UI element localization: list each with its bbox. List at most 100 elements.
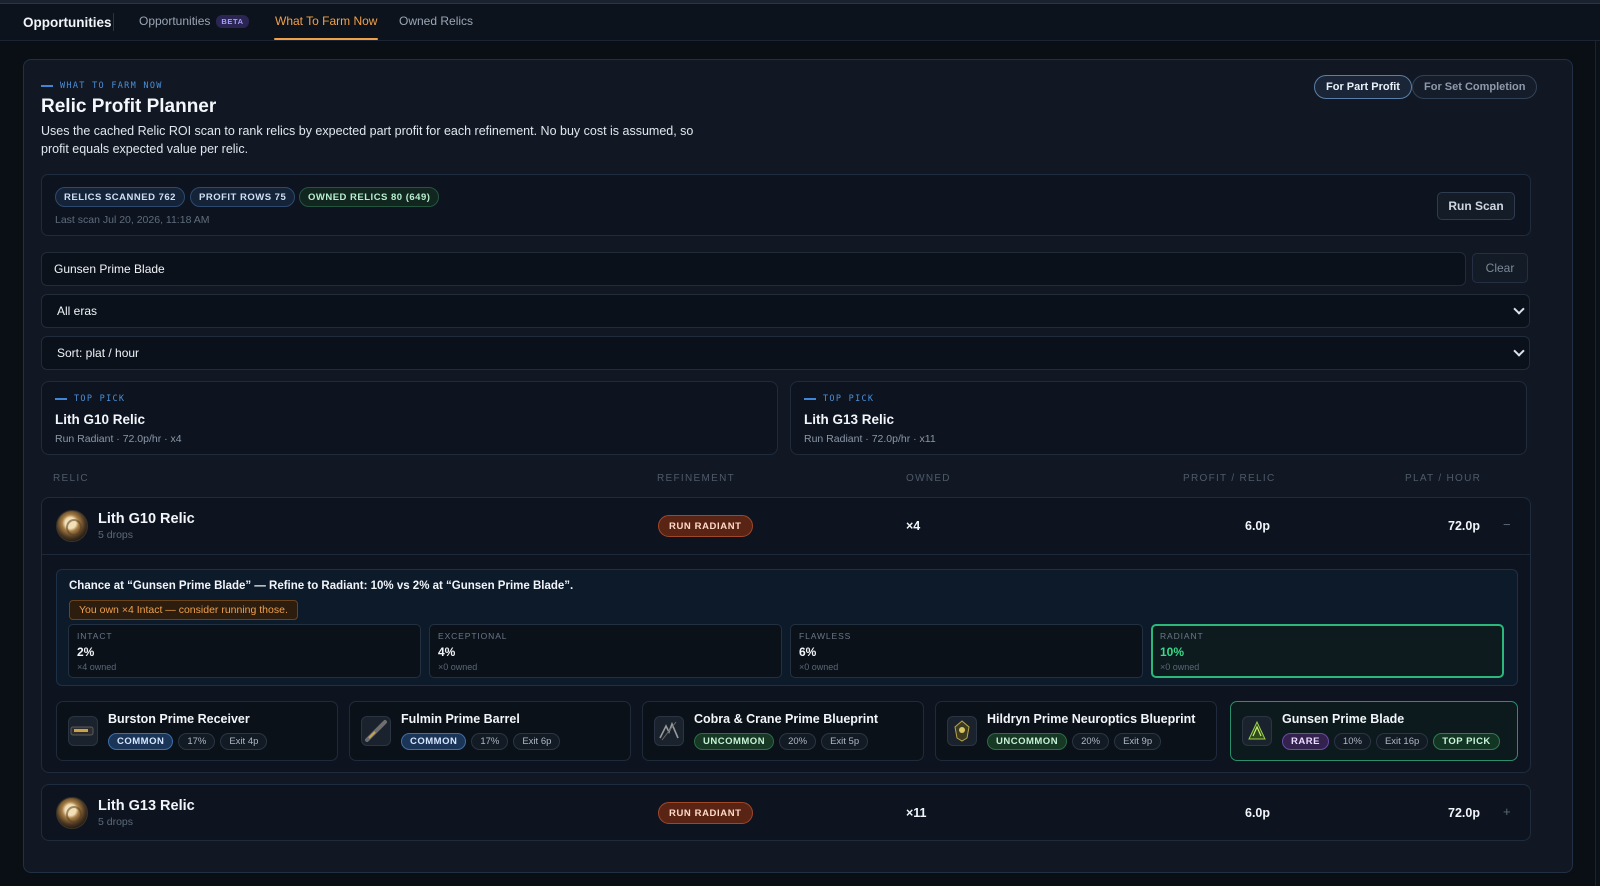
tier-intact: INTACT 2% ×4 owned bbox=[68, 624, 421, 678]
drop-part-card[interactable]: Burston Prime Receiver COMMON 17% Exit 4… bbox=[56, 701, 338, 761]
section-eyebrow: What To Farm Now bbox=[41, 81, 163, 91]
neuroptics-icon bbox=[947, 716, 977, 746]
top-pick-card[interactable]: Top Pick Lith G13 Relic Run Radiant · 72… bbox=[790, 381, 1527, 455]
profit-per-relic: 6.0p bbox=[1245, 519, 1271, 533]
barrel-icon bbox=[361, 716, 391, 746]
rarity-badge: RARE bbox=[1282, 733, 1329, 750]
tier-label: EXCEPTIONAL bbox=[438, 631, 508, 641]
nav-divider bbox=[113, 13, 114, 31]
sort-select[interactable]: Sort: plat / hour bbox=[41, 336, 1530, 370]
tier-radiant: RADIANT 10% ×0 owned bbox=[1151, 624, 1504, 678]
tab-label: Owned Relics bbox=[399, 14, 474, 28]
era-select[interactable]: All eras bbox=[41, 294, 1530, 328]
tier-owned: ×4 owned bbox=[77, 662, 117, 672]
tab-opportunities[interactable]: Opportunities BETA bbox=[139, 14, 249, 28]
blueprint-icon bbox=[654, 716, 684, 746]
owned-count: ×4 bbox=[906, 519, 921, 533]
receiver-icon bbox=[68, 716, 98, 746]
exit-price-badge: Exit 6p bbox=[513, 733, 561, 750]
drop-part-card[interactable]: Fulmin Prime Barrel COMMON 17% Exit 6p bbox=[349, 701, 631, 761]
relic-planner-panel: What To Farm Now Relic Profit Planner Us… bbox=[23, 59, 1573, 873]
drop-chance-badge: 20% bbox=[1072, 733, 1110, 750]
search-input[interactable]: Gunsen Prime Blade bbox=[41, 252, 1466, 286]
tier-chance: 2% bbox=[77, 645, 95, 659]
top-pick-name: Lith G13 Relic bbox=[804, 412, 895, 427]
column-header-plat-per-hour: PLAT / HOUR bbox=[1405, 473, 1482, 484]
tier-owned: ×0 owned bbox=[438, 662, 478, 672]
relic-row-collapsed[interactable]: Lith G13 Relic 5 drops RUN RADIANT ×11 6… bbox=[41, 784, 1531, 841]
relic-name: Lith G10 Relic bbox=[98, 511, 195, 527]
column-header-profit-per-relic: PROFIT / RELIC bbox=[1183, 473, 1276, 484]
part-name: Hildryn Prime Neuroptics Blueprint bbox=[987, 712, 1196, 726]
relic-drop-count: 5 drops bbox=[98, 816, 134, 828]
page-scrollbar[interactable] bbox=[1595, 41, 1600, 886]
profit-rows-badge: PROFIT ROWS 75 bbox=[190, 187, 296, 207]
tab-what-to-farm-now[interactable]: What To Farm Now bbox=[273, 14, 379, 40]
profit-per-relic: 6.0p bbox=[1245, 806, 1271, 820]
tab-owned-relics[interactable]: Owned Relics bbox=[399, 14, 473, 28]
tier-owned: ×0 owned bbox=[1160, 662, 1200, 672]
tier-chance: 10% bbox=[1160, 645, 1185, 659]
drop-part-card[interactable]: Hildryn Prime Neuroptics Blueprint UNCOM… bbox=[935, 701, 1217, 761]
owned-relics-badge: OWNED RELICS 80 (649) bbox=[299, 187, 440, 207]
collapse-toggle-icon[interactable]: − bbox=[1503, 517, 1511, 532]
column-header-owned: OWNED bbox=[906, 473, 951, 484]
sort-select-value: Sort: plat / hour bbox=[57, 346, 140, 360]
for-set-completion-button[interactable]: For Set Completion bbox=[1412, 75, 1538, 99]
chevron-down-icon bbox=[1513, 303, 1525, 315]
rarity-badge: COMMON bbox=[401, 733, 467, 750]
clear-search-button[interactable]: Clear bbox=[1472, 253, 1528, 283]
tier-chance: 4% bbox=[438, 645, 456, 659]
expand-toggle-icon[interactable]: + bbox=[1503, 804, 1511, 819]
rarity-badge: UNCOMMON bbox=[694, 733, 775, 750]
blade-icon bbox=[1242, 716, 1272, 746]
plat-per-hour: 72.0p bbox=[1448, 806, 1480, 820]
drop-chance-badge: 20% bbox=[779, 733, 817, 750]
top-pick-summary: Run Radiant · 72.0p/hr · x4 bbox=[55, 433, 182, 445]
part-name: Gunsen Prime Blade bbox=[1282, 712, 1405, 726]
tier-chance: 6% bbox=[799, 645, 817, 659]
page-description: Uses the cached Relic ROI scan to rank r… bbox=[41, 124, 694, 156]
refinement-badge: RUN RADIANT bbox=[658, 515, 753, 537]
relics-scanned-badge: RELICS SCANNED 762 bbox=[55, 187, 185, 207]
beta-badge: BETA bbox=[216, 14, 249, 28]
tab-label: Opportunities bbox=[139, 14, 211, 28]
exit-price-badge: Exit 9p bbox=[1114, 733, 1162, 750]
owned-count: ×11 bbox=[906, 806, 927, 820]
tier-label: RADIANT bbox=[1160, 631, 1204, 641]
rarity-badge: UNCOMMON bbox=[987, 733, 1068, 750]
relic-icon bbox=[56, 797, 88, 829]
part-name: Cobra & Crane Prime Blueprint bbox=[694, 712, 879, 726]
top-navigation: Opportunities Opportunities BETA What To… bbox=[0, 4, 1600, 41]
tier-label: INTACT bbox=[77, 631, 113, 641]
top-pick-name: Lith G10 Relic bbox=[55, 412, 146, 427]
top-pick-card[interactable]: Top Pick Lith G10 Relic Run Radiant · 72… bbox=[41, 381, 778, 455]
drop-part-card-top-pick[interactable]: Gunsen Prime Blade RARE 10% Exit 16p TOP… bbox=[1230, 701, 1518, 761]
top-pick-summary: Run Radiant · 72.0p/hr · x11 bbox=[804, 433, 936, 445]
run-scan-button[interactable]: Run Scan bbox=[1437, 192, 1515, 220]
drop-part-card[interactable]: Cobra & Crane Prime Blueprint UNCOMMON 2… bbox=[642, 701, 924, 761]
top-pick-eyebrow: Top Pick bbox=[804, 394, 874, 404]
relic-drop-count: 5 drops bbox=[98, 529, 134, 541]
top-pick-badge: TOP PICK bbox=[1433, 733, 1500, 750]
chevron-down-icon bbox=[1513, 345, 1525, 357]
drop-chance-badge: 17% bbox=[178, 733, 216, 750]
for-part-profit-button[interactable]: For Part Profit bbox=[1314, 75, 1412, 99]
part-name: Burston Prime Receiver bbox=[108, 712, 250, 726]
tier-label: FLAWLESS bbox=[799, 631, 852, 641]
exit-price-badge: Exit 16p bbox=[1375, 733, 1429, 750]
relic-icon bbox=[56, 510, 88, 542]
chance-summary: Chance at “Gunsen Prime Blade” — Refine … bbox=[69, 580, 574, 592]
relic-row-expanded[interactable]: Lith G10 Relic 5 drops RUN RADIANT ×4 6.… bbox=[41, 497, 1531, 773]
refinement-chance-box: Chance at “Gunsen Prime Blade” — Refine … bbox=[56, 569, 1518, 686]
row-divider bbox=[42, 554, 1530, 555]
relic-name: Lith G13 Relic bbox=[98, 798, 195, 814]
column-header-relic: RELIC bbox=[53, 473, 89, 484]
exit-price-badge: Exit 5p bbox=[821, 733, 869, 750]
last-scan-timestamp: Last scan Jul 20, 2026, 11:18 AM bbox=[55, 214, 210, 226]
refinement-badge: RUN RADIANT bbox=[658, 802, 753, 824]
part-name: Fulmin Prime Barrel bbox=[401, 712, 520, 726]
drop-chance-badge: 10% bbox=[1333, 733, 1371, 750]
page-title: Relic Profit Planner bbox=[41, 96, 217, 117]
exit-price-badge: Exit 4p bbox=[220, 733, 268, 750]
